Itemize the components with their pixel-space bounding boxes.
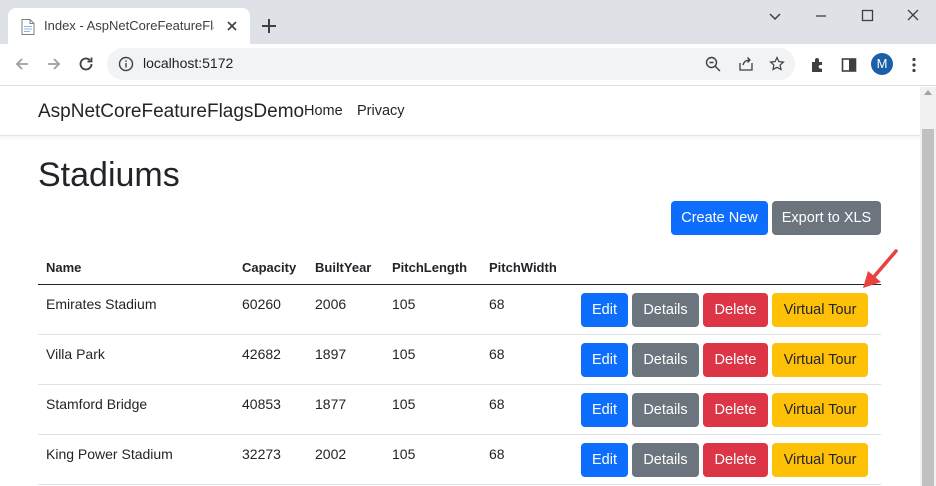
edit-button[interactable]: Edit [581,393,628,427]
scrollbar-thumb[interactable] [922,129,934,486]
cell-pitch-width: 68 [489,296,505,312]
delete-button[interactable]: Delete [703,293,768,327]
create-new-button[interactable]: Create New [671,201,768,235]
cell-capacity: 40853 [242,396,281,412]
virtual-tour-button[interactable]: Virtual Tour [772,293,868,327]
cell-built-year: 1897 [315,346,347,362]
delete-button[interactable]: Delete [703,443,768,477]
column-header-capacity: Capacity [242,260,297,275]
cell-pitch-width: 68 [489,446,505,462]
virtual-tour-button[interactable]: Virtual Tour [772,393,868,427]
column-header-pitchwidth: PitchWidth [489,260,557,275]
table-row: King Power Stadium 32273 2002 105 68 Edi… [38,435,881,485]
cell-pitch-length: 105 [392,346,416,362]
forward-arrow-icon[interactable] [44,54,64,74]
extensions-puzzle-icon[interactable] [809,56,827,74]
url-text[interactable]: localhost:5172 [143,55,233,71]
cell-pitch-width: 68 [489,346,505,362]
cell-pitch-length: 105 [392,296,416,312]
page-favicon-icon [21,19,35,35]
details-button[interactable]: Details [632,293,699,327]
details-button[interactable]: Details [632,393,699,427]
profile-avatar[interactable]: M [871,53,893,75]
app-navbar: AspNetCoreFeatureFlagsDemo Home Privacy [0,87,920,136]
virtual-tour-button[interactable]: Virtual Tour [772,443,868,477]
tab-search-chevron-icon[interactable] [762,6,788,26]
table-row: Villa Park 42682 1897 105 68 Edit Detail… [38,335,881,385]
delete-button[interactable]: Delete [703,393,768,427]
cell-built-year: 2002 [315,446,347,462]
share-icon[interactable] [738,56,754,72]
column-header-name: Name [46,260,82,275]
navbar-brand[interactable]: AspNetCoreFeatureFlagsDemo [38,101,304,123]
side-panel-icon[interactable] [840,56,858,74]
table-row: Emirates Stadium 60260 2006 105 68 Edit … [38,285,881,335]
delete-button[interactable]: Delete [703,343,768,377]
cell-built-year: 2006 [315,296,347,312]
browser-toolbar: localhost:5172 M [0,44,936,86]
address-bar[interactable]: localhost:5172 [107,48,795,80]
column-header-pitchlength: PitchLength [392,260,468,275]
cell-name: Emirates Stadium [46,296,157,312]
maximize-icon[interactable] [854,6,880,26]
new-tab-icon[interactable] [259,16,279,36]
minimize-icon[interactable] [808,6,834,26]
cell-pitch-width: 68 [489,396,505,412]
tab-title: Index - AspNetCoreFeatureFlagsD [44,18,214,33]
cell-name: King Power Stadium [46,446,173,462]
edit-button[interactable]: Edit [581,293,628,327]
scroll-up-arrow-icon[interactable] [924,90,932,95]
cell-name: Stamford Bridge [46,396,148,412]
back-arrow-icon[interactable] [12,54,32,74]
page-title: Stadiums [38,156,180,194]
zoom-icon[interactable] [705,56,721,72]
cell-name: Villa Park [46,346,105,362]
details-button[interactable]: Details [632,443,699,477]
page-viewport: AspNetCoreFeatureFlagsDemo Home Privacy … [0,87,920,486]
edit-button[interactable]: Edit [581,343,628,377]
annotation-arrow-icon [863,249,898,288]
cell-built-year: 1877 [315,396,347,412]
browser-tabstrip: Index - AspNetCoreFeatureFlagsD [0,0,936,44]
page-scrollbar[interactable] [920,87,936,486]
site-info-icon[interactable] [118,56,134,72]
cell-capacity: 42682 [242,346,281,362]
export-xls-button[interactable]: Export to XLS [772,201,881,235]
virtual-tour-button[interactable]: Virtual Tour [772,343,868,377]
cell-capacity: 60260 [242,296,281,312]
column-header-builtyear: BuiltYear [315,260,372,275]
nav-link-privacy[interactable]: Privacy [357,103,405,119]
edit-button[interactable]: Edit [581,443,628,477]
table-row: Stamford Bridge 40853 1877 105 68 Edit D… [38,385,881,435]
close-window-icon[interactable] [900,6,926,26]
cell-pitch-length: 105 [392,396,416,412]
browser-tab[interactable]: Index - AspNetCoreFeatureFlagsD [8,8,250,44]
close-tab-icon[interactable] [223,17,241,35]
cell-capacity: 32273 [242,446,281,462]
reload-icon[interactable] [76,54,96,74]
bookmark-star-icon[interactable] [769,56,785,72]
more-menu-icon[interactable] [905,56,923,74]
details-button[interactable]: Details [632,343,699,377]
nav-link-home[interactable]: Home [304,103,343,119]
cell-pitch-length: 105 [392,446,416,462]
